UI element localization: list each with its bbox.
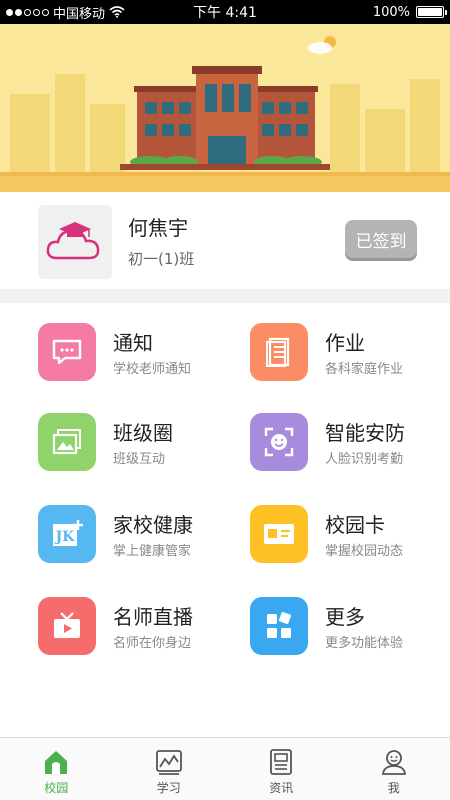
feature-homework[interactable]: 作业 各科家庭作业 [250,323,450,403]
student-profile-card[interactable]: 何焦宇 初一(1)班 已签到 [0,192,450,288]
avatar [38,205,112,279]
battery-percent: 100% [372,4,410,20]
feature-desc: 人脸识别考勤 [325,452,404,467]
apps-icon [250,597,308,655]
nav-me[interactable]: 我 [338,738,450,800]
feature-desc: 班级互动 [113,452,166,467]
feature-desc: 各科家庭作业 [325,362,404,377]
nav-label: 资讯 [269,781,294,795]
school-building-illustration [0,24,450,192]
id-card-icon [250,505,308,563]
face-scan-icon [250,413,308,471]
status-left: 中国移动 [6,3,166,22]
feature-campus-card[interactable]: 校园卡 掌握校园动态 [250,505,450,585]
feature-title: 作业 [325,331,365,355]
section-divider [0,289,450,303]
battery-icon [416,6,447,18]
feature-class-circle[interactable]: 班级圈 班级互动 [38,413,248,493]
chart-icon [155,748,183,776]
status-right: 100% [284,4,447,20]
document-icon [250,323,308,381]
news-icon [267,748,295,776]
wifi-icon [109,6,125,18]
message-icon [38,323,96,381]
nav-news[interactable]: 资讯 [225,738,338,800]
nav-study[interactable]: 学习 [113,738,226,800]
nav-label: 学习 [156,781,181,795]
feature-desc: 更多功能体验 [325,636,404,651]
feature-title: 名师直播 [113,605,193,629]
feature-title: 校园卡 [325,513,385,537]
feature-more[interactable]: 更多 更多功能体验 [250,597,450,677]
health-jk-icon: JK [38,505,96,563]
feature-title: 更多 [325,605,365,629]
status-bar: 中国移动 下午 4:41 100% [0,0,450,24]
feature-title: 智能安防 [325,421,405,445]
nav-label: 我 [387,781,400,795]
feature-desc: 掌握校园动态 [325,544,404,559]
carrier-label: 中国移动 [53,6,106,22]
feature-security[interactable]: 智能安防 人脸识别考勤 [250,413,450,493]
feature-title: 班级圈 [113,421,173,445]
student-class: 初一(1)班 [128,250,195,268]
bottom-nav: 校园 学习 资讯 我 [0,737,450,800]
student-name: 何焦宇 [128,216,188,240]
home-icon [42,748,70,776]
feature-live-teacher[interactable]: 名师直播 名师在你身边 [38,597,248,677]
svg-text:JK: JK [54,529,76,545]
cloud-graduation-cap-icon [46,222,100,260]
nav-campus[interactable]: 校园 [0,738,113,800]
feature-health[interactable]: JK 家校健康 掌上健康管家 [38,505,248,585]
photos-icon [38,413,96,471]
feature-desc: 学校老师通知 [113,362,192,377]
feature-desc: 掌上健康管家 [113,544,192,559]
school-banner [0,24,450,192]
nav-label: 校园 [44,781,69,795]
checkin-button[interactable]: 已签到 [345,220,417,258]
signal-strength-icon [6,8,49,16]
user-icon [380,748,408,776]
feature-title: 通知 [113,331,153,355]
feature-title: 家校健康 [113,513,193,537]
feature-notice[interactable]: 通知 学校老师通知 [38,323,248,403]
status-time: 下午 4:41 [193,5,257,21]
tv-icon [38,597,96,655]
feature-desc: 名师在你身边 [113,636,192,651]
